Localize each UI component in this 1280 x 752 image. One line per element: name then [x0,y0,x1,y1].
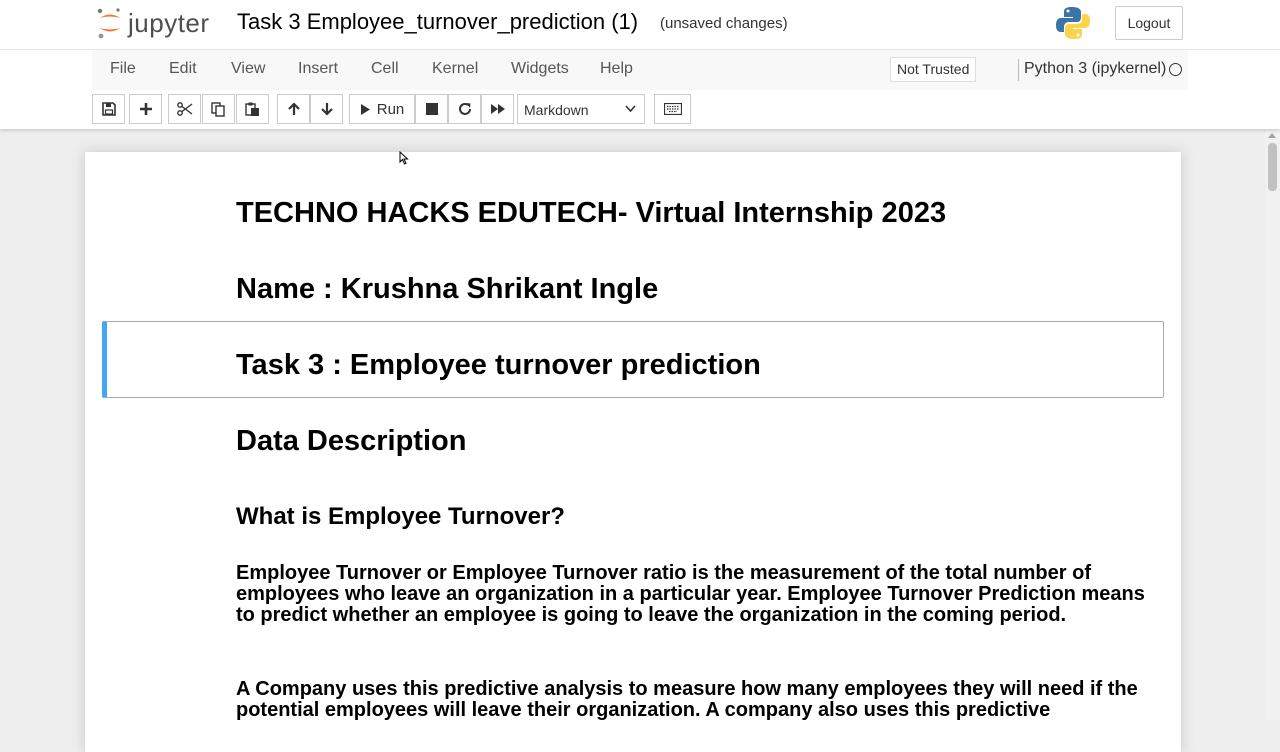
plus-icon [139,103,152,115]
run-label: Run [376,100,405,118]
stop-icon [425,103,438,115]
insert-cell-button[interactable] [129,94,162,124]
not-trusted-indicator[interactable]: Not Trusted [890,57,977,82]
cell-type-select[interactable]: Markdown [517,94,645,124]
restart-icon [458,103,471,115]
cell-type-value: Markdown [524,102,589,118]
menu-edit[interactable]: Edit [169,60,197,78]
interrupt-button[interactable] [415,94,448,124]
menu-help[interactable]: Help [600,60,633,78]
scissors-icon [176,102,192,116]
kernel-idle-indicator [1169,63,1182,76]
arrow-down-icon [320,103,333,116]
mouse-cursor-icon [399,151,409,165]
menu-bar: File Edit View Insert Cell Kernel Widget… [92,50,1188,90]
menu-file[interactable]: File [110,60,136,78]
paragraph-company-use: A Company uses this predictive analysis … [236,678,1138,721]
logout-button[interactable]: Logout [1115,6,1183,40]
jupyter-logo[interactable]: jupyter [96,6,210,40]
restart-run-all-button[interactable] [481,94,514,124]
fast-forward-icon [490,104,505,114]
command-palette-button[interactable] [654,94,691,124]
copy-button[interactable] [202,94,235,124]
heading-data-description: Data Description [236,425,467,457]
kernel-divider [1018,59,1019,81]
notebook-header: jupyter Task 3 Employee_turnover_predict… [0,0,1280,129]
restart-button[interactable] [448,94,481,124]
menu-kernel[interactable]: Kernel [432,60,478,78]
run-button[interactable]: Run [349,94,415,124]
notebook-title[interactable]: Task 3 Employee_turnover_prediction (1) [237,9,638,35]
heading-task: Task 3 : Employee turnover prediction [236,349,761,381]
move-down-button[interactable] [310,94,343,124]
move-up-button[interactable] [277,94,310,124]
save-button[interactable] [92,94,125,124]
cut-button[interactable] [168,94,201,124]
jupyter-logo-text: jupyter [128,7,210,38]
menu-cell[interactable]: Cell [371,60,399,78]
paste-icon [245,102,259,116]
paragraph-definition: Employee Turnover or Employee Turnover r… [236,562,1145,626]
arrow-up-icon [287,102,300,115]
top-bar: jupyter Task 3 Employee_turnover_predict… [0,0,1280,50]
menu-insert[interactable]: Insert [298,60,338,78]
chevron-down-icon [625,105,636,113]
kernel-name[interactable]: Python 3 (ipykernel) [1024,60,1166,78]
python-logo-icon [1054,4,1092,47]
play-icon [360,103,370,115]
save-icon [101,102,116,116]
keyboard-icon [663,103,682,115]
heading-name: Name : Krushna Shrikant Ingle [236,273,659,305]
menu-view[interactable]: View [231,60,265,78]
menu-widgets[interactable]: Widgets [511,60,569,78]
heading-what-is-turnover: What is Employee Turnover? [236,503,565,530]
copy-icon [211,101,225,117]
vertical-scrollbar[interactable] [1265,129,1280,720]
jupyter-logo-icon [97,8,120,39]
paste-button[interactable] [236,94,269,124]
toolbar: Run Markdown [92,93,1192,125]
scroll-up-arrow-icon[interactable] [1268,133,1276,138]
heading-org: TECHNO HACKS EDUTECH- Virtual Internship… [236,197,947,229]
scrollbar-thumb[interactable] [1268,143,1277,191]
save-status: (unsaved changes) [660,15,788,32]
